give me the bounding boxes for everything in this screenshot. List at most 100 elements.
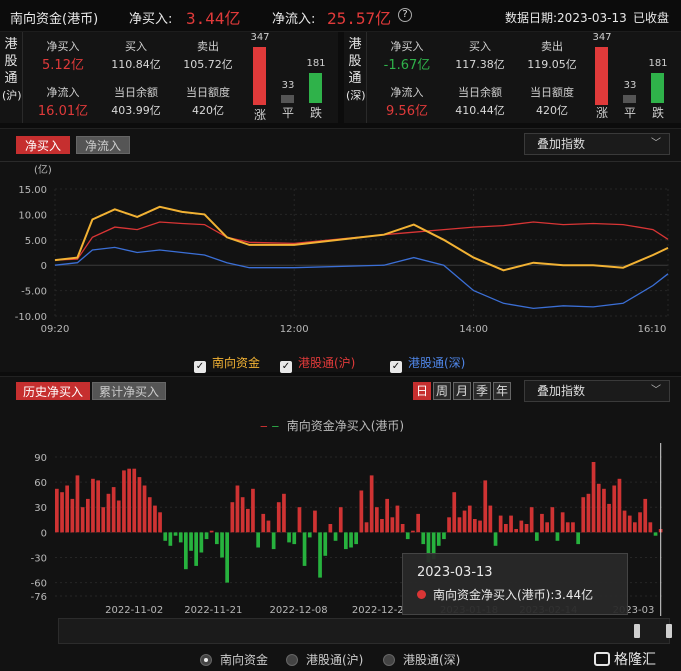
x-tick-label: 2022-11-21 (184, 605, 242, 616)
bar (209, 530, 214, 533)
bar (101, 507, 106, 533)
period-day[interactable]: 日 (413, 382, 431, 400)
range-handle-left[interactable] (634, 624, 640, 638)
bar (307, 532, 312, 538)
help-icon[interactable]: ? (398, 8, 412, 22)
bar (163, 532, 168, 541)
bar (266, 520, 271, 533)
radio-south[interactable]: 南向资金 (200, 651, 268, 668)
net-buy-label: 净买入: (129, 12, 173, 27)
tab-history-net-buy[interactable]: 历史净买入 (16, 382, 91, 400)
bar (302, 532, 307, 566)
bar (111, 487, 116, 533)
bar (483, 480, 488, 533)
intraday-line-chart[interactable]: (亿) 15.00 10.00 5.00 0 -5.00 -10.0009:20 12:00 1… (0, 161, 681, 341)
period-quarter[interactable]: 季 (473, 382, 491, 400)
tooltip-date: 2023-03-13 (417, 565, 493, 580)
bar (581, 497, 586, 533)
legend-south[interactable]: ✓ 南向资金 (194, 354, 260, 373)
bar (318, 532, 322, 578)
sz-up-label: 涨 (595, 106, 608, 120)
bar (333, 532, 338, 541)
sh-flat-count: 33 (281, 80, 295, 91)
bar (215, 532, 219, 545)
sz-up-count: 347 (592, 32, 612, 43)
logo-icon (594, 652, 610, 666)
sz-balance-value: 410.44亿 (455, 104, 505, 117)
bar (292, 532, 297, 545)
bar (60, 492, 64, 533)
range-handle-right[interactable] (666, 624, 672, 638)
bar (116, 500, 121, 533)
y-tick-label: 5.00 (25, 236, 47, 247)
x-tick-label: 2022-12-08 (270, 605, 328, 616)
sz-buy-label: 买入 (469, 40, 491, 53)
bar (591, 462, 596, 533)
tab-cumulative-net-buy[interactable]: 累计净买入 (92, 382, 167, 400)
bar (256, 532, 260, 548)
tab-net-inflow[interactable]: 净流入 (76, 136, 131, 154)
sz-down-bar (651, 73, 664, 103)
sh-balance-value: 403.99亿 (111, 104, 161, 117)
net-buy-value: 3.44亿 (186, 9, 241, 28)
x-tick-label: 16:10 (638, 324, 667, 335)
bar (132, 468, 137, 533)
radio-sh[interactable]: 港股通(沪) (286, 651, 363, 668)
legend-sz[interactable]: ✓ 港股通(深) (390, 354, 465, 373)
sz-flat-count: 33 (623, 80, 637, 91)
series-line-south (54, 205, 669, 272)
watermark-logo: 格隆汇 (594, 649, 656, 669)
bar (204, 532, 209, 540)
x-tick-label: 09:20 (41, 324, 70, 335)
bar (457, 517, 462, 533)
bar (328, 524, 333, 533)
bar (344, 532, 348, 550)
tab-net-buy[interactable]: 净买入 (16, 136, 71, 154)
bar (385, 498, 389, 533)
period-year[interactable]: 年 (493, 382, 511, 400)
sz-net-inflow-value: 9.56亿 (386, 104, 428, 119)
y-tick-label: 30 (34, 503, 47, 514)
bar (411, 530, 415, 533)
bar (70, 498, 75, 533)
sh-sell-label: 卖出 (197, 40, 219, 53)
bar (416, 513, 420, 533)
bar (596, 483, 601, 533)
bar (86, 498, 90, 533)
radio-selected-icon (200, 654, 212, 666)
bar (96, 480, 100, 533)
history-overlay-dropdown[interactable]: 叠加指数 ﹀ (524, 380, 670, 402)
bar (184, 532, 188, 570)
sh-net-buy-value: 5.12亿 (42, 58, 84, 73)
legend-sh[interactable]: ✓ 港股通(沪) (280, 354, 355, 373)
sh-up-label: 涨 (253, 108, 266, 122)
bar (400, 524, 405, 533)
sh-connect-panel: 港股通 (沪) 净买入 5.12亿 净流入 16.01亿 买入 110.84亿 … (0, 32, 338, 123)
bar (617, 478, 622, 533)
range-slider[interactable] (58, 618, 670, 644)
bar (560, 512, 565, 533)
bar (354, 532, 358, 545)
bar (390, 517, 395, 533)
period-month[interactable]: 月 (453, 382, 471, 400)
bar (271, 532, 276, 550)
y-tick-label: 15.00 (18, 185, 47, 196)
bar (405, 532, 410, 540)
radio-sz[interactable]: 港股通(深) (383, 651, 460, 668)
page-title: 南向资金(港币) (10, 12, 99, 27)
bar-tooltip: 2023-03-13 南向资金净买入(港币):3.44亿 (402, 553, 628, 615)
sh-flat-label: 平 (281, 106, 294, 120)
bar (571, 522, 575, 533)
bar (504, 524, 508, 533)
bar (442, 532, 446, 540)
y-tick-label: 10.00 (18, 210, 47, 221)
bar (643, 498, 648, 533)
bar (75, 475, 80, 533)
bar (421, 532, 426, 545)
bar (633, 522, 637, 533)
sz-connect-panel: 港股通 (深) 净买入 -1.67亿 净流入 9.56亿 买入 117.38亿 … (344, 32, 681, 123)
bar (627, 515, 632, 533)
overlay-index-dropdown[interactable]: 叠加指数 ﹀ (524, 133, 670, 155)
period-week[interactable]: 周 (433, 382, 451, 400)
bar (364, 522, 369, 533)
